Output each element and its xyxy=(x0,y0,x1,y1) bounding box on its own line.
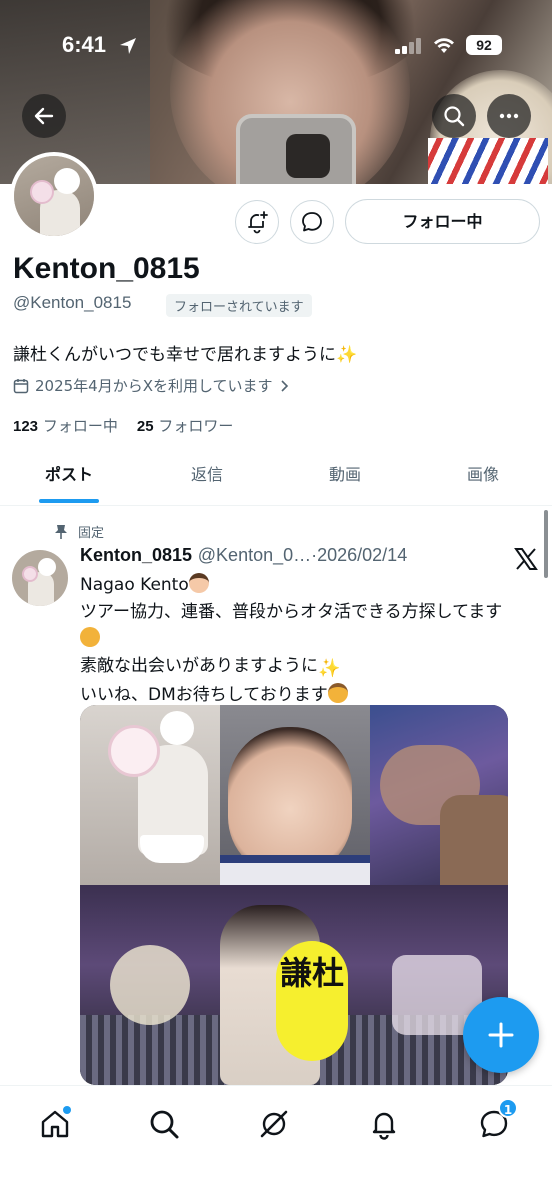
compose-post-button[interactable] xyxy=(463,997,539,1073)
post-image[interactable]: 謙杜 xyxy=(80,705,508,1085)
wifi-icon xyxy=(434,38,454,53)
collage-panel-portrait xyxy=(220,705,370,915)
search-icon xyxy=(444,106,465,127)
scrollbar[interactable] xyxy=(544,510,548,578)
nav-grok[interactable] xyxy=(252,1102,296,1146)
notification-subscribe-button[interactable] xyxy=(235,200,279,244)
pinned-label: 固定 xyxy=(78,526,105,541)
grok-icon xyxy=(260,1110,288,1138)
joined-date-link[interactable]: 2025年4月からXを利用しています xyxy=(13,375,289,396)
more-options-button[interactable] xyxy=(487,94,531,138)
followers-count: 25 xyxy=(136,418,154,435)
post-line-4-text: 素敵な出会いがありますように xyxy=(80,656,318,676)
tab-replies[interactable]: 返信 xyxy=(138,452,276,505)
plus-icon xyxy=(488,1022,514,1048)
display-name: Kenton_0815 xyxy=(13,252,200,285)
nav-messages[interactable]: 1 xyxy=(472,1098,518,1146)
sparkles-emoji-icon: ✨ xyxy=(318,658,341,679)
following-link[interactable]: 123 フォロー中 xyxy=(13,417,118,435)
tab-posts[interactable]: ポスト xyxy=(0,452,138,505)
followers-label: フォロワー xyxy=(158,417,234,435)
messages-badge: 1 xyxy=(498,1098,518,1118)
post-body[interactable]: Nagao Kento ツアー協力、連番、普段からオタ活できる方探してます 素敵… xyxy=(80,572,540,709)
profile-tabs: ポスト 返信 動画 画像 xyxy=(0,452,552,506)
bell-icon xyxy=(372,1112,396,1140)
boy-face-emoji-icon xyxy=(188,573,209,593)
search-button[interactable] xyxy=(432,94,476,138)
chat-bubble-icon xyxy=(302,212,322,232)
calendar-icon xyxy=(13,378,29,393)
pin-icon xyxy=(55,524,67,539)
follows-you-badge: フォローされています xyxy=(166,294,312,317)
home-unread-dot xyxy=(63,1106,71,1114)
search-icon xyxy=(150,1110,179,1139)
direct-message-button[interactable] xyxy=(290,200,334,244)
post-author-name: Kenton_0815 xyxy=(80,545,193,565)
battery-indicator: 92 xyxy=(466,35,502,55)
followers-link[interactable]: 25 フォロワー xyxy=(137,417,233,435)
more-dots-icon xyxy=(499,113,519,119)
joined-text: 2025年4月からXを利用しています xyxy=(35,377,273,395)
x-logo-icon xyxy=(514,548,538,570)
bell-plus-icon xyxy=(248,211,268,234)
following-button[interactable]: フォロー中 xyxy=(345,199,540,244)
post-line-4: 素敵な出会いがありますように✨ xyxy=(80,653,540,682)
follow-stats: 123 フォロー中 25 フォロワー xyxy=(13,415,233,436)
post-line-5-text: いいね、DMお待ちしております xyxy=(80,685,328,705)
post-line-1-text: Nagao Kento xyxy=(80,575,189,595)
bottom-navigation: 1 xyxy=(0,1085,552,1200)
chevron-right-icon xyxy=(280,379,288,392)
collage-panel-hands xyxy=(370,705,508,905)
profile-handle: @Kenton_0815 xyxy=(13,293,132,312)
bowing-emoji-icon xyxy=(327,683,348,703)
post-line-3 xyxy=(80,626,540,653)
collage-panel-fan xyxy=(80,705,230,885)
kissing-cat-emoji-icon xyxy=(80,627,100,647)
banner-phone xyxy=(236,114,356,184)
profile-avatar[interactable] xyxy=(10,152,98,240)
nav-explore[interactable] xyxy=(142,1102,186,1146)
nav-notifications[interactable] xyxy=(362,1102,406,1146)
following-count: 123 xyxy=(13,418,39,435)
collage-panel-venue: 謙杜 xyxy=(80,885,508,1085)
nav-home[interactable] xyxy=(33,1102,77,1146)
post-line-2: ツアー協力、連番、普段からオタ活できる方探してます xyxy=(80,602,503,622)
post-line-1: Nagao Kento xyxy=(80,572,540,599)
post-header[interactable]: Kenton_0815 @Kenton_0…·2026/02/14 xyxy=(80,545,407,566)
location-arrow-icon xyxy=(120,38,136,54)
pinned-indicator: 固定 xyxy=(54,522,104,541)
status-bar: 6:41 92 xyxy=(0,28,552,64)
tab-videos[interactable]: 動画 xyxy=(276,452,414,505)
arrow-left-icon xyxy=(34,107,54,125)
profile-bio: 謙杜くんがいつでも幸せで居れますように✨ xyxy=(13,345,358,365)
following-label: フォロー中 xyxy=(42,417,118,435)
banner-stripes xyxy=(428,138,548,184)
cellular-signal-icon xyxy=(395,38,421,54)
back-button[interactable] xyxy=(22,94,66,138)
post-author-meta: @Kenton_0…·2026/02/14 xyxy=(197,545,408,565)
tab-images[interactable]: 画像 xyxy=(414,452,552,505)
post-author-avatar[interactable] xyxy=(12,550,68,606)
fan-sign: 謙杜 xyxy=(276,941,348,1061)
status-time: 6:41 xyxy=(62,32,107,57)
